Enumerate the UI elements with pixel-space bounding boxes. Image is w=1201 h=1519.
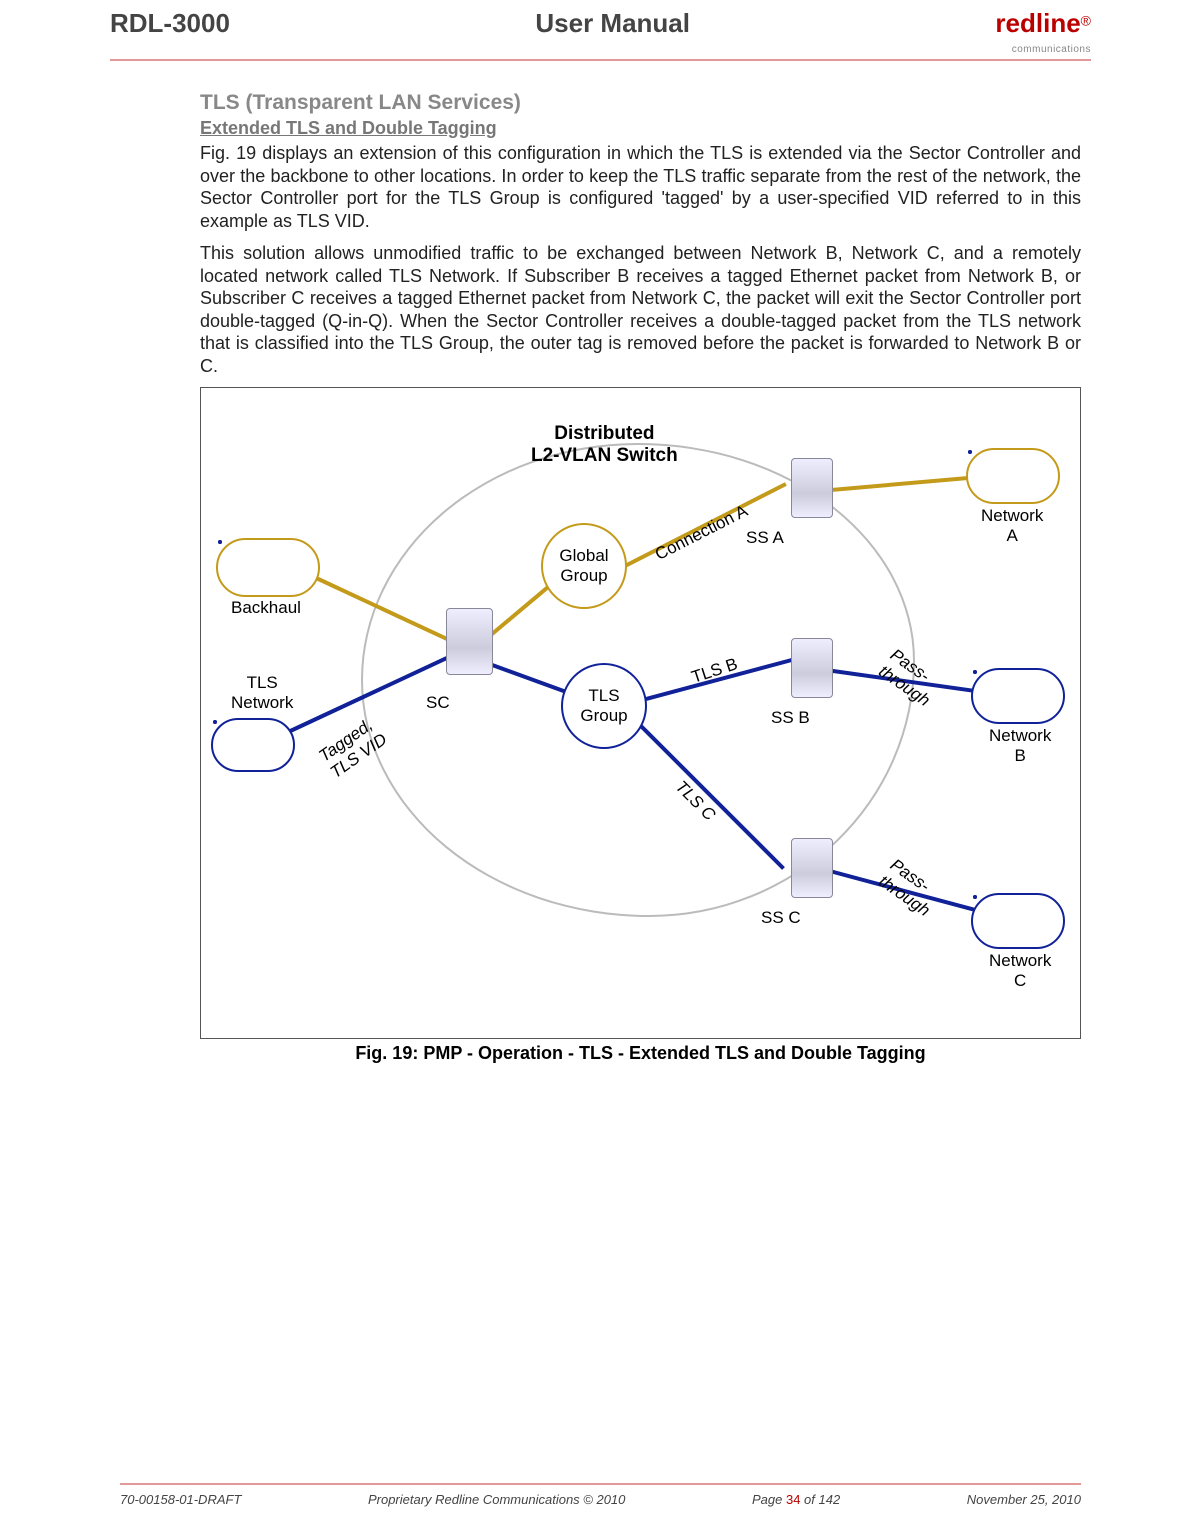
doc-title: User Manual [535, 8, 690, 39]
brand-logo: redline® communications [995, 8, 1091, 57]
ss-c-device-icon [791, 838, 833, 898]
figure-caption: Fig. 19: PMP - Operation - TLS - Extende… [200, 1043, 1081, 1064]
sc-label: SC [426, 693, 450, 713]
network-a-cloud-icon [966, 448, 1060, 504]
backhaul-cloud-icon [216, 538, 320, 597]
pass-through-c-label: Pass-through [875, 855, 945, 921]
global-group-node: GlobalGroup [541, 523, 627, 609]
ss-a-device-icon [791, 458, 833, 518]
logo-text: redline [995, 8, 1080, 38]
header-divider [110, 59, 1091, 61]
logo-subtext: communications [1012, 44, 1091, 55]
figure-19-diagram: GlobalGroup TLSGroup DistributedL2-VLAN … [200, 387, 1081, 1039]
page-footer: 70-00158-01-DRAFT Proprietary Redline Co… [120, 1483, 1081, 1507]
ss-c-label: SS C [761, 908, 801, 928]
backhaul-label: Backhaul [231, 598, 301, 618]
diagram-title: DistributedL2-VLAN Switch [531, 423, 678, 467]
network-b-cloud-icon [971, 668, 1065, 724]
footer-page: Page 34 of 142 [752, 1492, 840, 1507]
tls-group-node: TLSGroup [561, 663, 647, 749]
network-c-cloud-icon [971, 893, 1065, 949]
footer-doc-id: 70-00158-01-DRAFT [120, 1492, 241, 1507]
doc-model: RDL-3000 [110, 8, 230, 39]
section-subheading: Extended TLS and Double Tagging [200, 118, 1081, 139]
network-a-label: NetworkA [981, 506, 1043, 546]
sc-device-icon [446, 608, 493, 675]
tls-network-label: TLSNetwork [231, 673, 293, 713]
section-heading: TLS (Transparent LAN Services) [200, 91, 1081, 115]
footer-date: November 25, 2010 [967, 1492, 1081, 1507]
paragraph-2: This solution allows unmodified traffic … [200, 242, 1081, 377]
network-c-label: NetworkC [989, 951, 1051, 991]
footer-copyright: Proprietary Redline Communications © 201… [368, 1492, 625, 1507]
ss-a-label: SS A [746, 528, 784, 548]
network-b-label: NetworkB [989, 726, 1051, 766]
tls-network-cloud-icon [211, 718, 295, 772]
ss-b-device-icon [791, 638, 833, 698]
ss-b-label: SS B [771, 708, 810, 728]
paragraph-1: Fig. 19 displays an extension of this co… [200, 142, 1081, 232]
footer-divider [120, 1483, 1081, 1485]
